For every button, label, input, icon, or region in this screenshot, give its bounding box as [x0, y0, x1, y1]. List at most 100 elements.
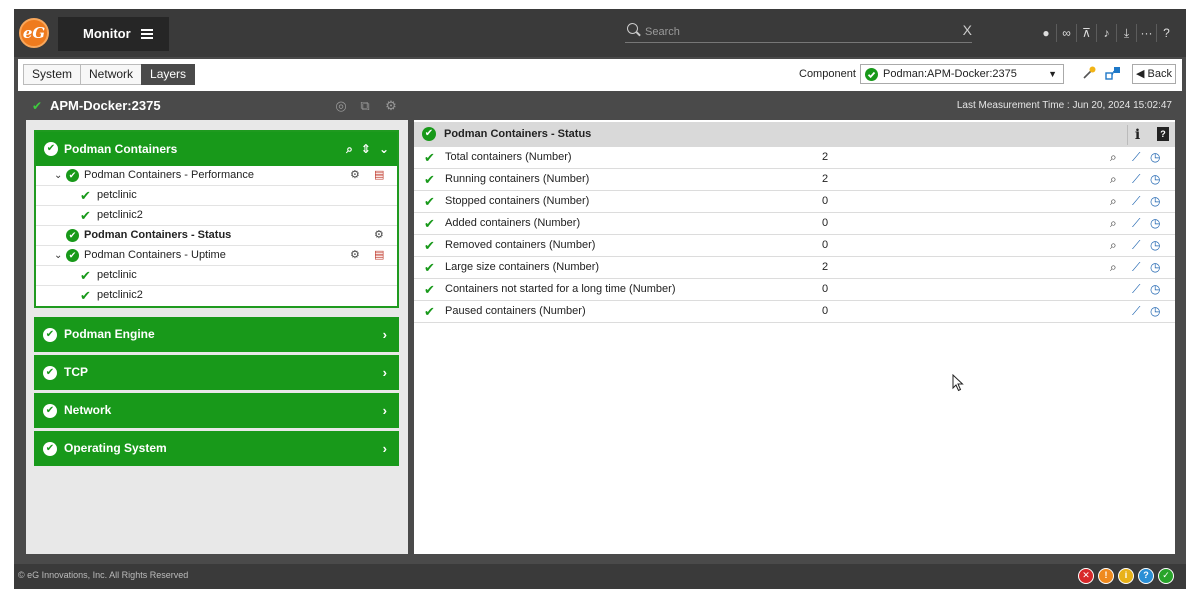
search-input[interactable] [645, 23, 935, 41]
help-icon[interactable]: ? [1156, 24, 1176, 42]
magnify-icon[interactable]: ⌕ [1110, 169, 1117, 190]
headset-icon[interactable]: ◎ [332, 97, 350, 115]
detail-report-icon[interactable]: ▤ [374, 166, 384, 185]
windows-icon[interactable]: ⧉ [356, 97, 374, 115]
magnify-icon[interactable]: ⌕ [1110, 147, 1117, 168]
search-clear-button[interactable]: X [963, 21, 972, 39]
component-title: APM-Docker:2375 [50, 98, 161, 113]
chevron-down-icon[interactable]: ⌄ [54, 246, 62, 265]
measure-value: 0 [822, 283, 829, 295]
chevron-down-icon[interactable]: ⌄ [379, 132, 389, 166]
history-icon[interactable]: ◷ [1150, 257, 1160, 278]
presentation-icon[interactable]: ⊼ [1076, 24, 1096, 42]
tree-descriptor-row[interactable]: ✔ petclinic2 [36, 286, 397, 306]
graph-icon[interactable]: ⟋ [1132, 191, 1140, 212]
layer-network[interactable]: ✔ Network › [34, 393, 399, 428]
measure-value: 2 [822, 173, 829, 185]
measure-value: 0 [822, 305, 829, 317]
diagnosis-icon[interactable]: ⚙ [350, 246, 360, 265]
check-icon: ✔ [80, 208, 91, 223]
measure-value: 2 [822, 151, 829, 163]
minor-icon[interactable]: i [1118, 568, 1134, 584]
unknown-icon[interactable]: ? [1138, 568, 1154, 584]
check-icon: ✔ [80, 188, 91, 203]
chevron-down-icon[interactable]: ⌄ [54, 166, 62, 185]
layer-podman-engine[interactable]: ✔ Podman Engine › [34, 317, 399, 352]
chevron-right-icon: › [382, 403, 387, 418]
tab-layers[interactable]: Layers [141, 64, 196, 85]
monitor-label: Monitor [83, 26, 131, 41]
back-button[interactable]: ◀ Back [1132, 64, 1176, 84]
check-icon: ✔ [424, 150, 435, 165]
critical-icon[interactable]: ✕ [1078, 568, 1094, 584]
alarm-status-icons: ✕ ! i ? ✓ [1078, 568, 1174, 584]
diagnosis-icon[interactable]: ⚙ [374, 226, 384, 245]
tree-descriptor-row[interactable]: ✔ petclinic2 [36, 206, 397, 226]
graph-icon[interactable]: ⟋ [1132, 235, 1140, 256]
history-icon[interactable]: ◷ [1150, 235, 1160, 256]
test-label: Podman Containers - Uptime [84, 249, 226, 261]
history-icon[interactable]: ◷ [1150, 279, 1160, 300]
graph-icon[interactable]: ⟋ [1132, 301, 1140, 322]
check-circle-icon: ✔ [66, 169, 79, 182]
help-icon[interactable]: ? [1157, 127, 1169, 141]
tree-descriptor-row[interactable]: ✔ petclinic [36, 266, 397, 286]
normal-icon[interactable]: ✓ [1158, 568, 1174, 584]
bell-icon[interactable]: ♪ [1096, 24, 1116, 42]
layer-label: Podman Engine [64, 327, 155, 341]
chevron-right-icon: › [382, 365, 387, 380]
eg-logo-icon[interactable]: eG [19, 18, 49, 48]
monitor-menu-button[interactable]: Monitor [58, 17, 169, 51]
link-icon[interactable]: ∞ [1056, 24, 1076, 42]
measure-value: 2 [822, 261, 829, 273]
descriptor-label: petclinic [97, 189, 137, 201]
download-icon[interactable]: ⤓ [1116, 24, 1136, 42]
magnify-icon[interactable]: ⌕ [1110, 213, 1117, 234]
graph-icon[interactable]: ⟋ [1132, 257, 1140, 278]
graph-icon[interactable]: ⟋ [1132, 279, 1140, 300]
settings-icon[interactable]: ⚙ [382, 97, 400, 115]
magnify-icon[interactable]: ⌕ [1110, 235, 1117, 256]
component-select[interactable]: Podman:APM-Docker:2375 ▼ [860, 64, 1064, 84]
user-icon[interactable]: ● [1036, 24, 1056, 42]
layer-header-podman-containers[interactable]: ✔ Podman Containers ⌕ ⇕ ⌄ [36, 132, 397, 166]
tab-network[interactable]: Network [80, 64, 143, 85]
check-icon: ✔ [424, 172, 435, 187]
more-icon[interactable]: ··· [1136, 24, 1156, 42]
history-icon[interactable]: ◷ [1150, 147, 1160, 168]
collapse-icon[interactable]: ⇕ [361, 132, 371, 166]
magnify-icon[interactable]: ⌕ [1110, 257, 1117, 278]
component-title-bar: ✔ APM-Docker:2375 ◎ ⧉ ⚙ Last Measurement… [18, 93, 1182, 119]
magnify-icon[interactable]: ⌕ [1110, 191, 1117, 212]
info-icon[interactable]: i [1127, 125, 1147, 145]
layer-operating-system[interactable]: ✔ Operating System › [34, 431, 399, 466]
layer-tcp[interactable]: ✔ TCP › [34, 355, 399, 390]
history-icon[interactable]: ◷ [1150, 191, 1160, 212]
tab-system[interactable]: System [23, 64, 82, 85]
history-icon[interactable]: ◷ [1150, 213, 1160, 234]
measure-row: ✔ Total containers (Number) 2 ⌕ ⟋ ◷ [414, 147, 1175, 169]
tree-test-row[interactable]: ⌄ ✔ Podman Containers - Uptime ⚙ ▤ [36, 246, 397, 266]
measures-header: ✔ Podman Containers - Status i ? [414, 122, 1175, 147]
graph-icon[interactable]: ⟋ [1132, 147, 1140, 168]
descriptor-label: petclinic [97, 269, 137, 281]
search-icon[interactable]: ⌕ [346, 132, 353, 166]
tree-test-row[interactable]: ⌄ ✔ Podman Containers - Performance ⚙ ▤ [36, 166, 397, 186]
topology-icon[interactable] [1104, 65, 1122, 83]
history-icon[interactable]: ◷ [1150, 169, 1160, 190]
check-icon: ✔ [32, 99, 43, 113]
detail-report-icon[interactable]: ▤ [374, 246, 384, 265]
graph-icon[interactable]: ⟋ [1132, 213, 1140, 234]
graph-icon[interactable]: ⟋ [1132, 169, 1140, 190]
history-icon[interactable]: ◷ [1150, 301, 1160, 322]
diagnosis-icon[interactable]: ⚙ [350, 166, 360, 185]
mouse-cursor-icon [952, 374, 964, 392]
check-icon: ✔ [80, 288, 91, 303]
major-icon[interactable]: ! [1098, 568, 1114, 584]
tree-descriptor-row[interactable]: ✔ petclinic [36, 186, 397, 206]
back-arrow-icon: ◀ [1136, 68, 1145, 80]
tree-test-row-selected[interactable]: ✔ Podman Containers - Status ⚙ [36, 226, 397, 246]
app-frame: eG Monitor X ● ∞ ⊼ ♪ ⤓ ··· ? System Netw… [14, 9, 1186, 589]
view-tabs: System Network Layers [23, 64, 196, 85]
wand-settings-icon[interactable] [1080, 65, 1098, 83]
